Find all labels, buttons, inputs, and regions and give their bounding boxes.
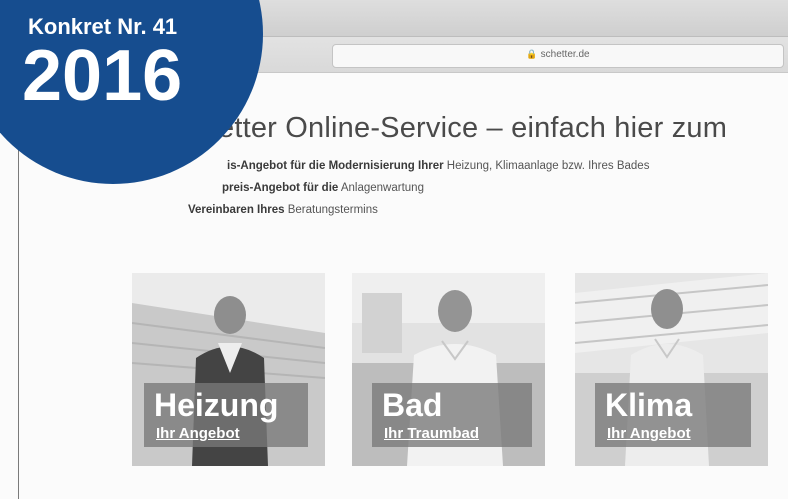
address-bar-text: 🔒 schetter.de <box>333 49 783 60</box>
list-item-bold: is-Angebot für die Modernisierung Ihrer <box>227 160 444 172</box>
service-list: is-Angebot für die Modernisierung Ihrer … <box>150 160 649 226</box>
card-klima-title: Klima <box>605 387 693 423</box>
list-item-text: Heizung, Klimaanlage bzw. Ihres Bades <box>443 160 650 172</box>
card-klima-overlay: Klima Ihr Angebot <box>595 383 751 447</box>
page-title: etter Online-Service – einfach hier zum <box>218 112 728 144</box>
badge-year: 2016 <box>22 36 183 116</box>
list-item-bold: Vereinbaren Ihres <box>188 204 285 216</box>
list-item[interactable]: preis-Angebot für die Anlagenwartung <box>222 182 649 204</box>
card-klima[interactable]: Klima Ihr Angebot <box>575 273 768 466</box>
card-heizung[interactable]: Heizung Ihr Angebot <box>132 273 325 466</box>
card-bad[interactable]: Bad Ihr Traumbad <box>352 273 545 466</box>
list-item[interactable]: Vereinbaren Ihres Beratungstermins <box>188 204 649 226</box>
card-klima-link[interactable]: Ihr Angebot <box>607 425 691 442</box>
address-bar[interactable]: 🔒 schetter.de <box>332 44 784 68</box>
list-item-text: Beratungstermins <box>284 204 378 216</box>
card-heizung-link[interactable]: Ihr Angebot <box>156 425 240 442</box>
card-bad-overlay: Bad Ihr Traumbad <box>372 383 532 447</box>
card-heizung-title: Heizung <box>154 387 279 423</box>
page-divider <box>18 150 19 499</box>
list-item[interactable]: is-Angebot für die Modernisierung Ihrer … <box>227 160 649 182</box>
card-bad-link[interactable]: Ihr Traumbad <box>384 425 479 442</box>
lock-icon: 🔒 <box>526 49 538 59</box>
url-label: schetter.de <box>540 49 590 60</box>
badge-text-wrap: Konkret Nr. 41 2016 <box>0 0 260 120</box>
card-heizung-overlay: Heizung Ihr Angebot <box>144 383 308 447</box>
card-bad-title: Bad <box>382 387 443 423</box>
list-item-text: Anlagenwartung <box>338 182 424 194</box>
list-item-bold: preis-Angebot für die <box>222 182 339 194</box>
